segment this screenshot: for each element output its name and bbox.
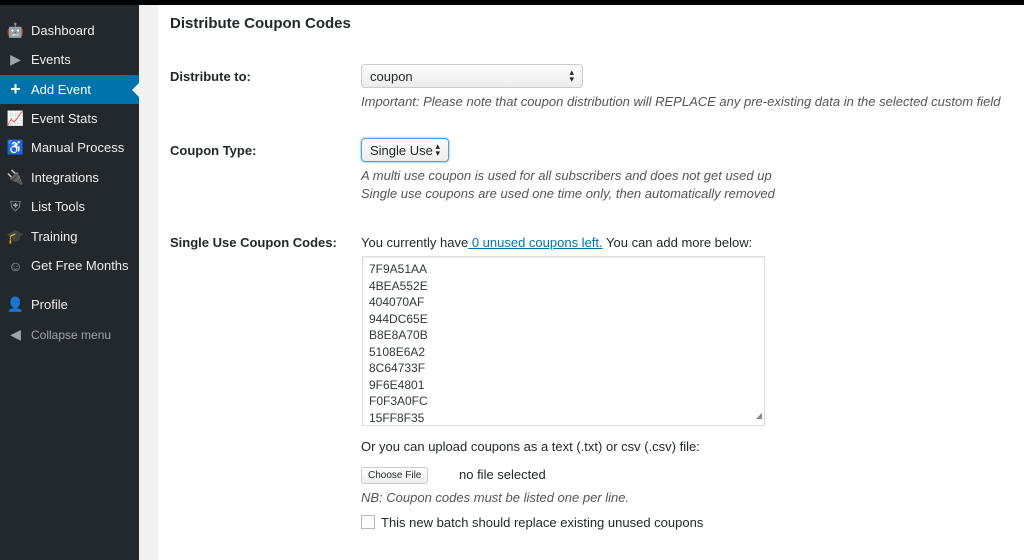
select-arrows-icon: ▴ ▾ [435,141,440,158]
upload-note: NB: Coupon codes must be listed one per … [361,490,630,505]
plus-icon: + [10,79,21,99]
distribute-label: Distribute to: [170,69,251,84]
file-status: no file selected [459,467,546,482]
collapse-icon: ◀ [10,326,21,342]
replace-checkbox[interactable] [361,515,375,529]
graduation-cap-icon: 🎓 [6,228,25,244]
replace-label: This new batch should replace existing u… [381,515,704,530]
distribute-select[interactable]: coupon ▴ ▾ [361,64,583,88]
sidebar-item-get-free-months[interactable]: ☺ Get Free Months [0,251,139,280]
unused-coupons-text: You currently have 0 unused coupons left… [361,235,753,250]
play-icon: ▶ [10,51,21,67]
coupon-code-line: 4BEA552E [369,278,428,293]
sidebar-item-list-tools[interactable]: ⛨ List Tools [0,192,139,221]
coupon-code-line: B8E8A70B [369,328,428,342]
coupon-code-line: F0F3A0FC [369,394,428,408]
coupon-type-select[interactable]: Single Use ▴ ▾ [361,138,449,162]
sidebar-item-manual-process[interactable]: ♿ Manual Process [0,133,139,162]
sidebar-item-integrations[interactable]: 🔌 Integrations [0,163,139,192]
coupon-code-line: 8C64733F [369,361,426,375]
shield-icon: ⛨ [10,198,21,214]
sidebar-item-event-stats[interactable]: 📈 Event Stats [0,104,139,133]
chart-icon: 📈 [6,110,25,126]
resize-handle-icon[interactable]: ◢ [756,408,762,425]
sidebar-item-training[interactable]: 🎓 Training [0,222,139,251]
sidebar-item-profile[interactable]: 👤 Profile [0,290,139,319]
user-icon: 👤 [6,296,25,312]
coupon-code-line: 5108E6A2 [369,344,426,359]
sidebar-item-add-event[interactable]: + Add Event [0,75,139,104]
sidebar-item-events[interactable]: ▶ Events [0,45,139,74]
upload-text: Or you can upload coupons as a text (.tx… [361,439,700,454]
sidebar-item-dashboard[interactable]: 🤖 Dashboard [0,16,139,45]
select-arrows-icon: ▴ ▾ [569,67,574,84]
coupon-codes-textarea[interactable]: 7F9A51AA 4BEA552E 404070AF 944DC65E B8E8A70B… [362,256,765,426]
coupon-code-line: 9F6E4801 [369,377,425,392]
robot-icon: 🤖 [6,22,25,38]
coupon-type-note-multi: A multi use coupon is used for all subsc… [361,168,772,183]
coupon-type-label: Coupon Type: [170,143,257,158]
unused-coupons-link[interactable]: 0 unused coupons left. [468,235,603,250]
coupon-code-line: 7F9A51AA [369,262,428,276]
distribute-note: Important: Please note that coupon distr… [361,94,1001,109]
main-panel: Distribute Coupon Codes Distribute to: c… [158,5,1024,560]
sidebar: 🤖 Dashboard ▶ Events + Add Event 📈 Event Sta… [0,5,139,560]
smiley-icon: ☺ [8,257,23,274]
coupon-type-note-single: Single use coupons are used one time onl… [361,186,775,201]
collapse-menu-button[interactable]: ◀ Collapse menu [0,320,139,349]
plug-icon: 🔌 [6,169,25,185]
accessibility-icon: ♿ [6,139,25,155]
coupon-code-line: 404070AF [369,295,425,309]
choose-file-button[interactable]: Choose File [361,467,429,484]
coupon-code-line: 15FF8F35 [369,410,425,425]
codes-label: Single Use Coupon Codes: [170,235,337,250]
coupon-code-line: 944DC65E [369,311,428,326]
page-title: Distribute Coupon Codes [170,15,351,32]
